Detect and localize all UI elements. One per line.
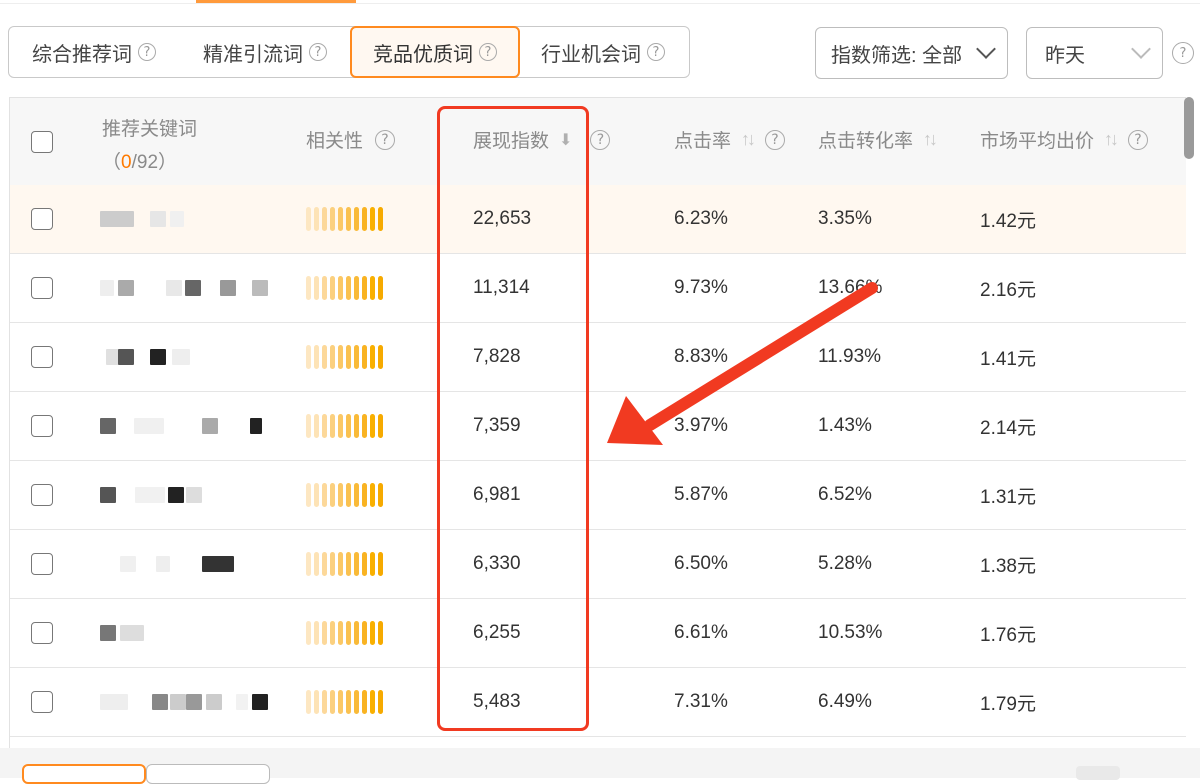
- footer-button-primary[interactable]: [22, 764, 146, 784]
- annotation-arrow: [607, 282, 878, 445]
- footer-button-secondary[interactable]: [146, 764, 270, 784]
